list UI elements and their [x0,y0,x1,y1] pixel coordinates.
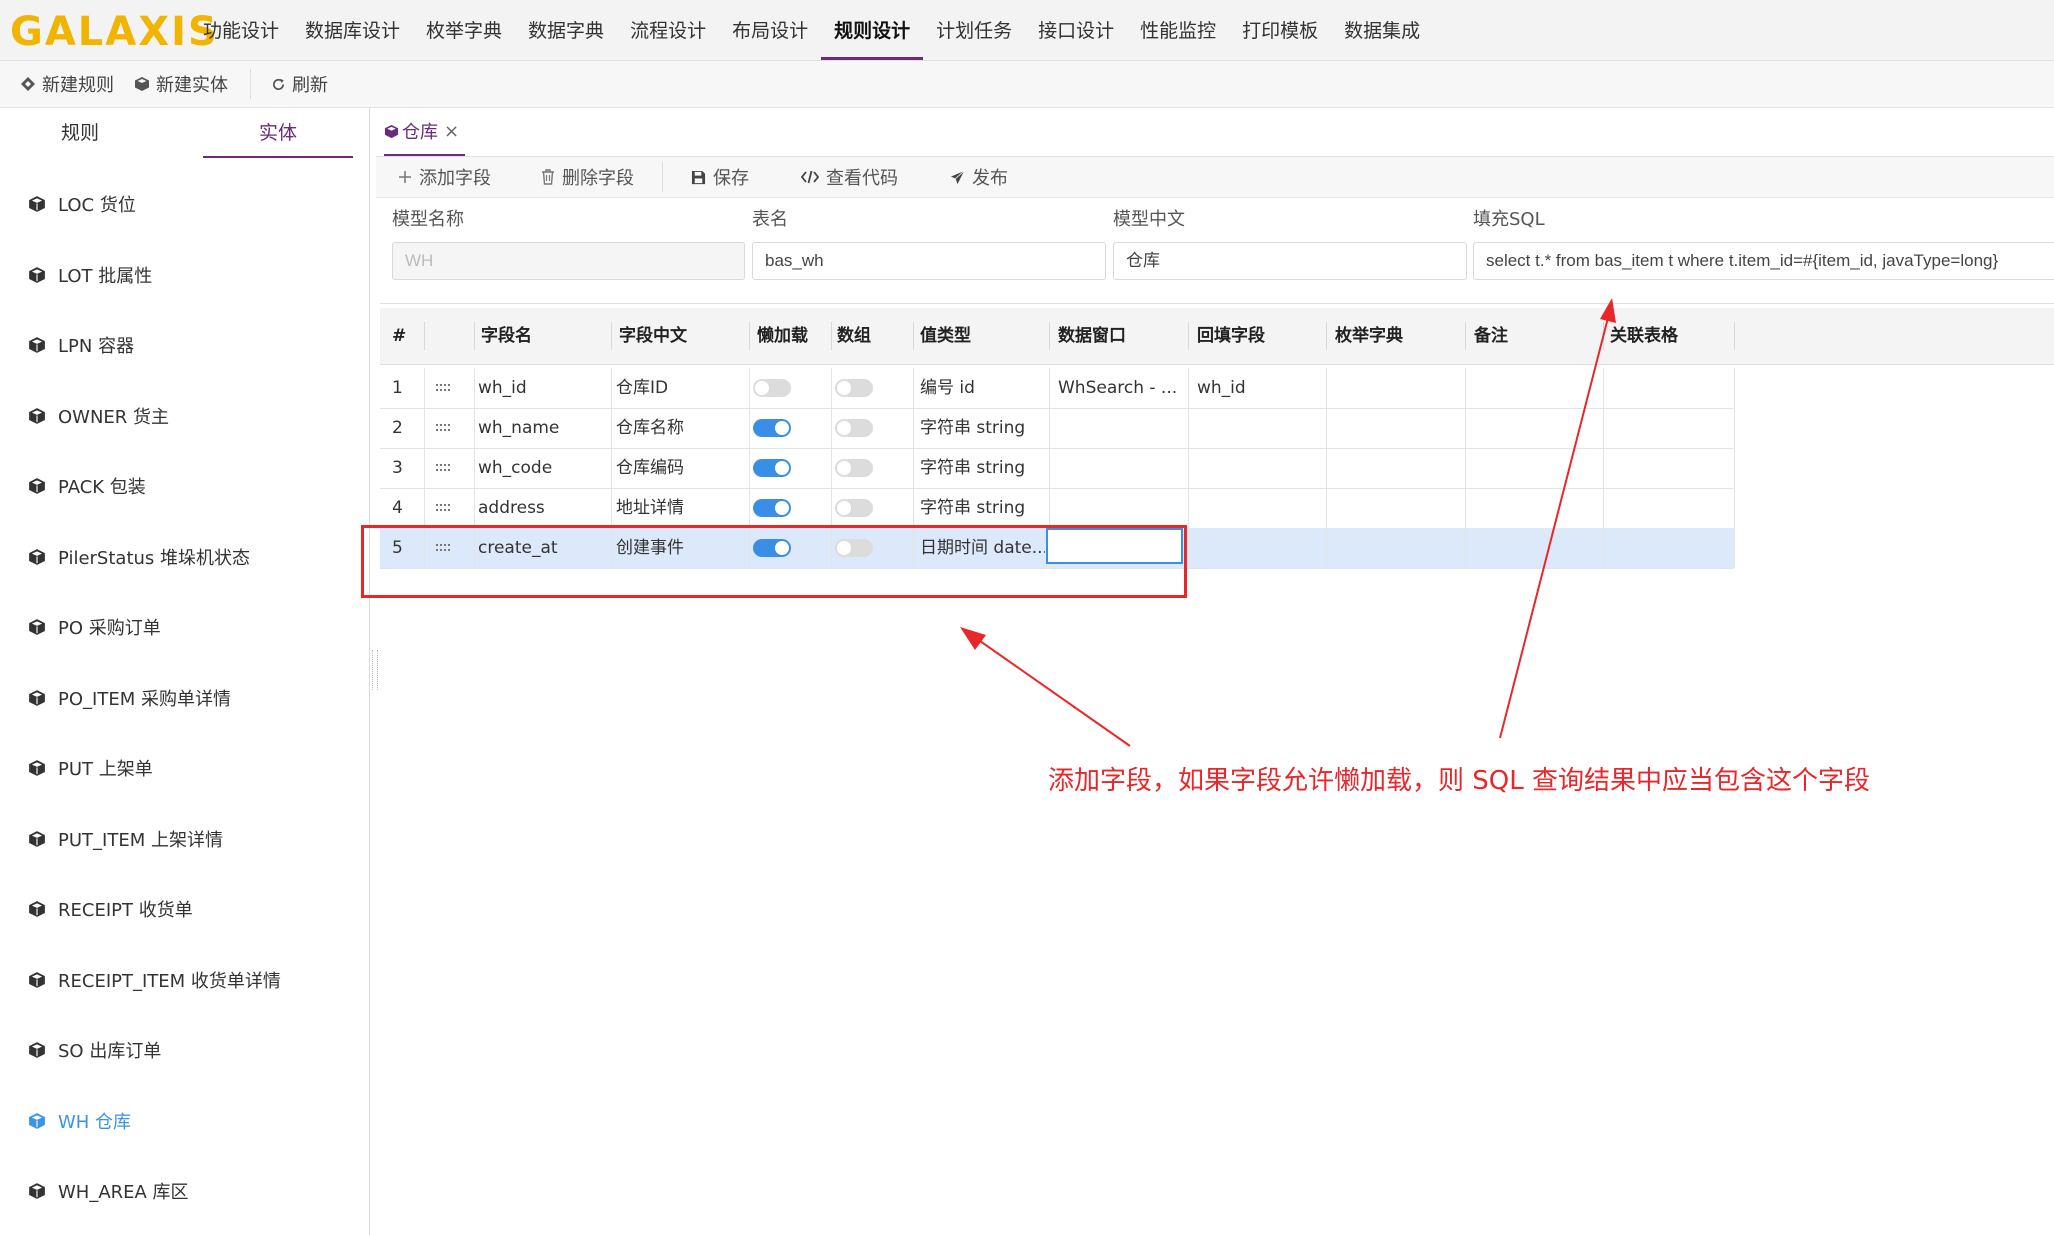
arrow-to-row [960,627,1131,747]
arrow-to-sql [1499,298,1616,739]
annotation-arrows [960,298,1616,747]
sidebar-tabs: 规则 实体 [0,108,369,158]
tab-entities[interactable]: 实体 [203,108,353,158]
tab-rules[interactable]: 规则 [0,108,160,156]
annotation-text: 添加字段，如果字段允许懒加载，则 SQL 查询结果中应当包含这个字段 [1048,766,1870,796]
